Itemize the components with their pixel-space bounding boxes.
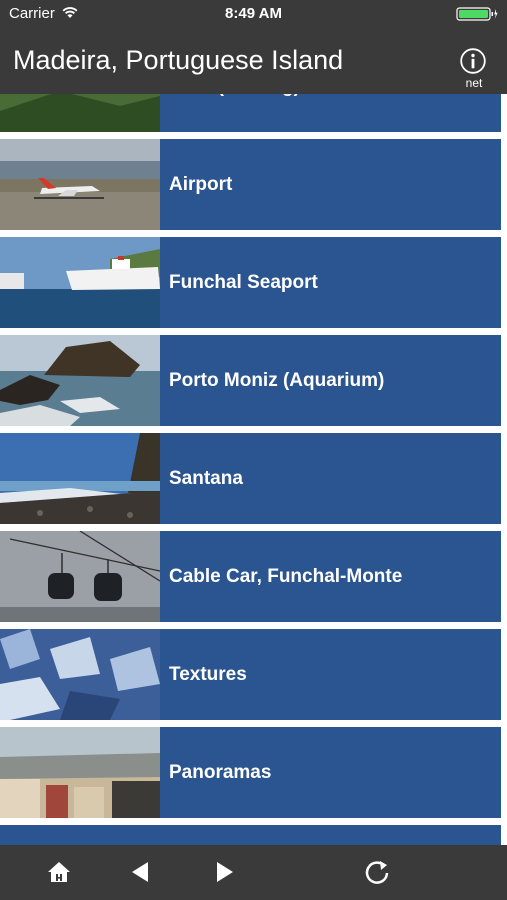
list-item-label: Porto Moniz (Aquarium) xyxy=(169,370,385,391)
forward-arrow-icon xyxy=(217,862,233,882)
home-icon xyxy=(48,862,70,882)
info-button-label: net xyxy=(465,76,483,90)
thumbnail-image xyxy=(0,629,160,720)
status-time: 8:49 AM xyxy=(225,5,282,22)
reload-button[interactable] xyxy=(362,857,392,887)
list-item-partial[interactable] xyxy=(0,825,501,845)
list-item[interactable]: Panoramas xyxy=(0,727,501,818)
list-item-label: Panoramas xyxy=(169,762,272,783)
list-item-label: Faial (walking) xyxy=(169,94,300,132)
thumbnail-image xyxy=(0,94,160,132)
back-button[interactable] xyxy=(125,857,155,887)
list-item-label: Cable Car, Funchal-Monte xyxy=(169,566,403,587)
thumbnail-image xyxy=(0,139,160,230)
battery-icon xyxy=(456,7,498,21)
forward-button[interactable] xyxy=(210,857,240,887)
reload-icon xyxy=(365,861,389,884)
status-bar: Carrier 8:49 AM xyxy=(0,0,507,28)
thumbnail-image xyxy=(0,531,160,622)
list-item[interactable]: Airport xyxy=(0,139,501,230)
list-item[interactable]: Santana xyxy=(0,433,501,524)
list-item-label: Santana xyxy=(169,468,243,489)
back-arrow-icon xyxy=(132,862,148,882)
info-button[interactable]: net xyxy=(458,46,490,94)
category-list[interactable]: Faial (walking) Airport xyxy=(0,94,507,845)
list-item[interactable]: Cable Car, Funchal-Monte xyxy=(0,531,501,622)
thumbnail-image xyxy=(0,237,160,328)
list-item[interactable]: Textures xyxy=(0,629,501,720)
list-item-label: Textures xyxy=(169,664,247,685)
thumbnail-image xyxy=(0,433,160,524)
page-title: Madeira, Portuguese Island xyxy=(13,45,344,75)
list-item[interactable]: Faial (walking) xyxy=(0,94,501,132)
home-button[interactable] xyxy=(44,857,74,887)
list-item[interactable]: Porto Moniz (Aquarium) xyxy=(0,335,501,426)
list-item-label: Funchal Seaport xyxy=(169,272,318,293)
info-icon xyxy=(460,48,486,74)
nav-bar: Madeira, Portuguese Island net xyxy=(0,28,507,94)
list-item-label: Airport xyxy=(169,174,233,195)
thumbnail-image xyxy=(0,335,160,426)
list-item[interactable]: Funchal Seaport xyxy=(0,237,501,328)
thumbnail-image xyxy=(0,727,160,818)
bottom-toolbar xyxy=(0,845,507,900)
